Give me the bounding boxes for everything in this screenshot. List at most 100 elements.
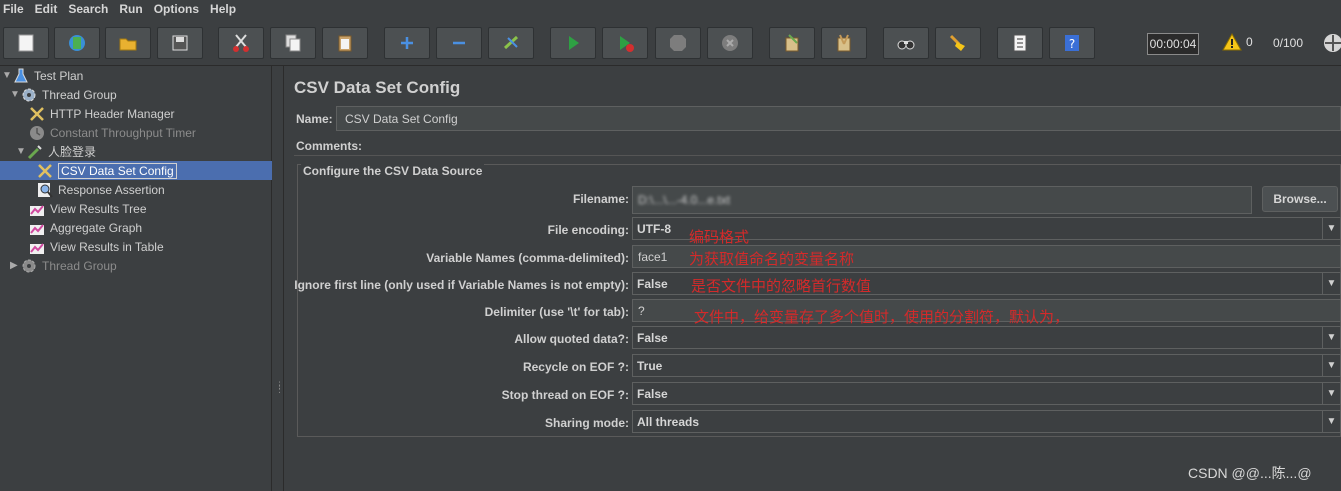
paste-icon — [338, 35, 352, 52]
clear-button[interactable] — [769, 27, 815, 59]
tree-node-test-plan[interactable]: ▼ Test Plan — [2, 66, 83, 85]
start-no-pause-button[interactable] — [602, 27, 648, 59]
paste-button[interactable] — [322, 27, 368, 59]
tree-node-aggregate-graph[interactable]: Aggregate Graph — [28, 218, 142, 237]
name-field[interactable]: CSV Data Set Config — [336, 106, 1341, 131]
toggle-icon — [503, 35, 519, 50]
csdn-watermark: CSDN @@...陈...@ — [1188, 465, 1312, 481]
stop-button[interactable] — [655, 27, 701, 59]
allow-quoted-label: Allow quoted data?: — [514, 332, 629, 346]
sharing-mode-label: Sharing mode: — [544, 416, 629, 430]
remote-globe-icon[interactable] — [1322, 32, 1341, 54]
sharing-mode-select[interactable]: All threads ▼ — [632, 410, 1341, 433]
warning-indicator[interactable]: 0 — [1222, 33, 1253, 51]
annotation-delimiter: 文件中，给变量存了多个值时，使用的分割符，默认为， — [694, 308, 1070, 326]
dropdown-arrow-icon[interactable]: ▼ — [1322, 218, 1340, 239]
warning-count: 0 — [1246, 35, 1253, 49]
tools-icon — [28, 105, 46, 123]
dropdown-arrow-icon[interactable]: ▼ — [1322, 273, 1340, 294]
help-icon: ? — [1065, 35, 1079, 51]
tree-node-csv-data-set-config[interactable]: CSV Data Set Config — [0, 161, 272, 180]
menu-search[interactable]: Search — [65, 2, 116, 16]
stop-thread-eof-select[interactable]: False ▼ — [632, 382, 1341, 405]
tree-node-thread-group[interactable]: ▼ Thread Group — [10, 85, 117, 104]
gear-icon — [20, 257, 38, 275]
annotation-variable-names: 为获取值命名的变量名称 — [689, 250, 855, 268]
svg-text:?: ? — [1069, 37, 1075, 51]
templates-button[interactable] — [54, 27, 100, 59]
reset-search-icon — [949, 34, 965, 51]
gear-icon — [20, 86, 38, 104]
expand-icon — [401, 37, 413, 49]
shutdown-icon — [722, 35, 738, 51]
dropdown-arrow-icon[interactable]: ▼ — [1322, 383, 1340, 404]
dropdown-arrow-icon[interactable]: ▼ — [1322, 411, 1340, 432]
tree-node-http-header-manager[interactable]: HTTP Header Manager — [28, 104, 175, 123]
dropdown-arrow-icon[interactable]: ▼ — [1322, 327, 1340, 348]
timer-icon — [28, 124, 46, 142]
collapse-toggle-icon[interactable]: ▼ — [10, 89, 20, 100]
file-encoding-label: File encoding: — [547, 223, 629, 237]
collapse-toggle-icon[interactable]: ▼ — [2, 70, 12, 81]
tree-node-face-login[interactable]: ▼ 人脸登录 — [16, 142, 96, 161]
help-button[interactable]: ? — [1049, 27, 1095, 59]
clear-all-button[interactable] — [821, 27, 867, 59]
tools-icon — [36, 162, 54, 180]
start-no-pause-icon — [620, 36, 634, 52]
filename-label: Filename: — [572, 192, 629, 206]
open-button[interactable] — [105, 27, 151, 59]
allow-quoted-select[interactable]: False ▼ — [632, 326, 1341, 349]
expand-button[interactable] — [384, 27, 430, 59]
tree-node-constant-throughput-timer[interactable]: Constant Throughput Timer — [28, 123, 196, 142]
browse-button[interactable]: Browse... — [1262, 186, 1338, 212]
graph-icon — [28, 219, 46, 237]
copy-icon — [285, 34, 301, 52]
shutdown-button[interactable] — [707, 27, 753, 59]
annotation-encoding: 编码格式 — [689, 228, 750, 246]
menu-edit[interactable]: Edit — [32, 2, 66, 16]
active-threads: 0/100 — [1273, 36, 1304, 50]
new-icon — [18, 34, 34, 52]
reset-search-button[interactable] — [935, 27, 981, 59]
tree-node-view-results-in-table[interactable]: View Results in Table — [28, 237, 164, 256]
new-button[interactable] — [3, 27, 49, 59]
stop-thread-eof-label: Stop thread on EOF ?: — [501, 388, 629, 402]
start-button[interactable] — [550, 27, 596, 59]
open-icon — [119, 38, 137, 51]
menu-run[interactable]: Run — [116, 2, 150, 16]
collapse-button[interactable] — [436, 27, 482, 59]
templates-icon — [69, 35, 85, 51]
graph-icon — [28, 200, 46, 218]
comments-label: Comments: — [296, 139, 363, 153]
elapsed-timer: 00:00:04 — [1147, 33, 1199, 55]
start-icon — [569, 36, 579, 50]
dropdown-arrow-icon[interactable]: ▼ — [1322, 355, 1340, 376]
collapse-toggle-icon[interactable]: ▼ — [16, 146, 26, 157]
split-pane-divider[interactable]: ⋮ ⋮ — [272, 66, 284, 491]
group-title: Configure the CSV Data Source — [301, 164, 485, 178]
search-button[interactable] — [883, 27, 929, 59]
filename-field[interactable]: D:\...\...-4.0...e.txt — [632, 186, 1252, 214]
copy-button[interactable] — [270, 27, 316, 59]
expand-toggle-icon[interactable]: ▶ — [10, 260, 20, 271]
graph-icon — [28, 238, 46, 256]
save-button[interactable] — [157, 27, 203, 59]
stop-icon — [670, 35, 686, 51]
ignore-first-line-label: Ignore first line (only used if Variable… — [294, 278, 629, 292]
function-helper-button[interactable] — [997, 27, 1043, 59]
page-title: CSV Data Set Config — [294, 78, 461, 97]
tree-node-view-results-tree[interactable]: View Results Tree — [28, 199, 147, 218]
recycle-eof-select[interactable]: True ▼ — [632, 354, 1341, 377]
menu-options[interactable]: Options — [151, 2, 207, 16]
menu-help[interactable]: Help — [207, 2, 244, 16]
test-plan-tree: ▼ Test Plan ▼ Thread Group HTTP Header M… — [0, 66, 272, 491]
name-label: Name: — [296, 112, 333, 126]
clear-icon — [785, 34, 799, 52]
cut-button[interactable] — [218, 27, 264, 59]
menu-file[interactable]: File — [0, 2, 32, 16]
tree-node-thread-group-2[interactable]: ▶ Thread Group — [10, 256, 117, 275]
tree-node-response-assertion[interactable]: Response Assertion — [36, 180, 165, 199]
toggle-button[interactable] — [488, 27, 534, 59]
clear-all-icon — [837, 34, 851, 52]
comments-separator — [294, 155, 1341, 156]
